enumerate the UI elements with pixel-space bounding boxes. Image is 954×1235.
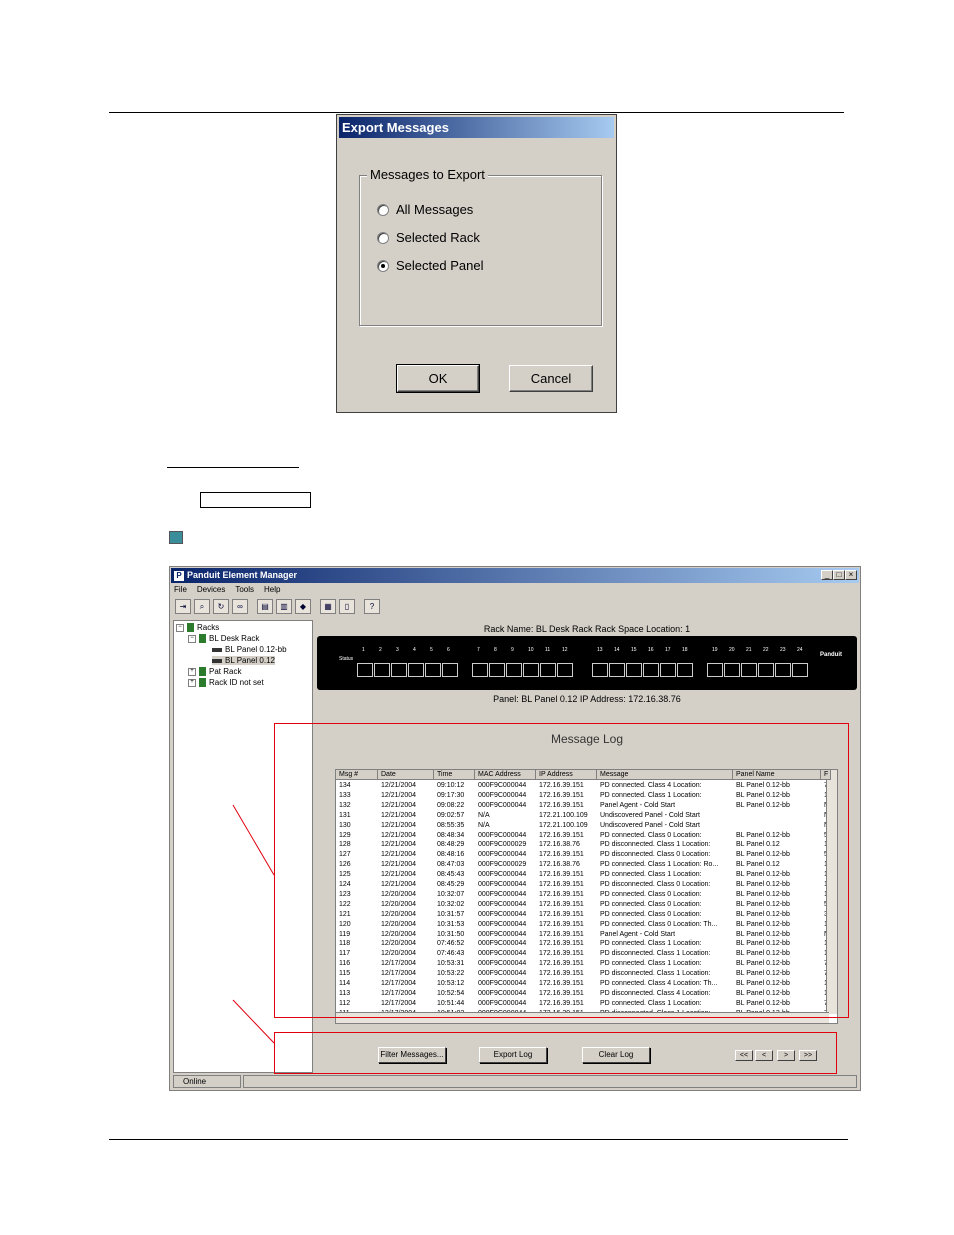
annotation-line-1 [232,804,275,876]
annotation-line-2 [232,999,275,1044]
annotation-lines [232,804,275,1044]
